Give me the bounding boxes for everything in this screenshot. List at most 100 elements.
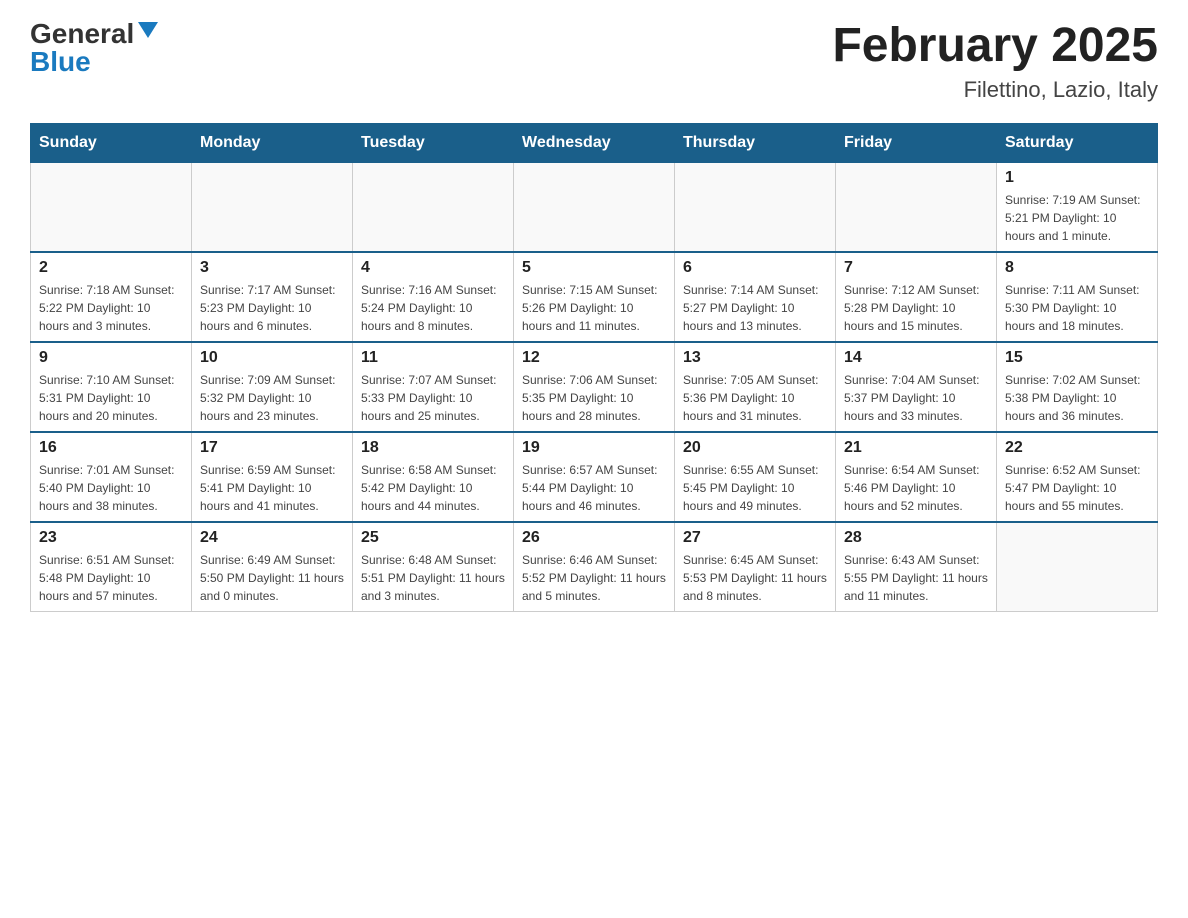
calendar-cell bbox=[192, 162, 353, 252]
calendar-cell: 20 Sunrise: 6:55 AM Sunset: 5:45 PM Dayli… bbox=[675, 432, 836, 522]
day-info: Sunrise: 6:45 AM Sunset: 5:53 PM Dayligh… bbox=[683, 551, 827, 605]
day-info: Sunrise: 7:05 AM Sunset: 5:36 PM Dayligh… bbox=[683, 371, 827, 425]
calendar-cell: 24 Sunrise: 6:49 AM Sunset: 5:50 PM Dayli… bbox=[192, 522, 353, 612]
calendar-cell: 15 Sunrise: 7:02 AM Sunset: 5:38 PM Dayli… bbox=[997, 342, 1158, 432]
day-number: 23 bbox=[39, 529, 183, 547]
title-block: February 2025 Filettino, Lazio, Italy bbox=[832, 20, 1158, 103]
calendar-cell: 12 Sunrise: 7:06 AM Sunset: 5:35 PM Dayli… bbox=[514, 342, 675, 432]
day-number: 19 bbox=[522, 439, 666, 457]
calendar-cell: 28Sunrise: 6:43 AM Sunset: 5:55 PM Dayli… bbox=[836, 522, 997, 612]
day-info: Sunrise: 6:55 AM Sunset: 5:45 PM Dayligh… bbox=[683, 461, 827, 515]
weekday-header-friday: Friday bbox=[836, 123, 997, 162]
calendar-cell: 25 Sunrise: 6:48 AM Sunset: 5:51 PM Dayli… bbox=[353, 522, 514, 612]
logo-blue: Blue bbox=[30, 48, 91, 76]
day-info: Sunrise: 6:52 AM Sunset: 5:47 PM Dayligh… bbox=[1005, 461, 1149, 515]
calendar-cell: 16 Sunrise: 7:01 AM Sunset: 5:40 PM Dayli… bbox=[31, 432, 192, 522]
day-number: 12 bbox=[522, 349, 666, 367]
calendar-cell: 7 Sunrise: 7:12 AM Sunset: 5:28 PM Daylig… bbox=[836, 252, 997, 342]
calendar-week-row: 23 Sunrise: 6:51 AM Sunset: 5:48 PM Dayli… bbox=[31, 522, 1158, 612]
day-info: Sunrise: 7:02 AM Sunset: 5:38 PM Dayligh… bbox=[1005, 371, 1149, 425]
day-number: 28 bbox=[844, 529, 988, 547]
day-info: Sunrise: 7:06 AM Sunset: 5:35 PM Dayligh… bbox=[522, 371, 666, 425]
calendar-week-row: 2Sunrise: 7:18 AM Sunset: 5:22 PM Daylig… bbox=[31, 252, 1158, 342]
day-number: 7 bbox=[844, 259, 988, 277]
day-info: Sunrise: 6:54 AM Sunset: 5:46 PM Dayligh… bbox=[844, 461, 988, 515]
day-number: 17 bbox=[200, 439, 344, 457]
day-number: 3 bbox=[200, 259, 344, 277]
calendar-cell: 26 Sunrise: 6:46 AM Sunset: 5:52 PM Dayli… bbox=[514, 522, 675, 612]
day-number: 16 bbox=[39, 439, 183, 457]
day-info: Sunrise: 7:16 AM Sunset: 5:24 PM Dayligh… bbox=[361, 281, 505, 335]
day-number: 15 bbox=[1005, 349, 1149, 367]
day-info: Sunrise: 7:12 AM Sunset: 5:28 PM Dayligh… bbox=[844, 281, 988, 335]
calendar-cell: 2Sunrise: 7:18 AM Sunset: 5:22 PM Daylig… bbox=[31, 252, 192, 342]
day-info: Sunrise: 7:15 AM Sunset: 5:26 PM Dayligh… bbox=[522, 281, 666, 335]
day-info: Sunrise: 7:10 AM Sunset: 5:31 PM Dayligh… bbox=[39, 371, 183, 425]
weekday-header-thursday: Thursday bbox=[675, 123, 836, 162]
day-info: Sunrise: 7:19 AM Sunset: 5:21 PM Dayligh… bbox=[1005, 191, 1149, 245]
calendar-cell: 13 Sunrise: 7:05 AM Sunset: 5:36 PM Dayli… bbox=[675, 342, 836, 432]
calendar-cell: 23 Sunrise: 6:51 AM Sunset: 5:48 PM Dayli… bbox=[31, 522, 192, 612]
weekday-header-wednesday: Wednesday bbox=[514, 123, 675, 162]
day-number: 4 bbox=[361, 259, 505, 277]
day-info: Sunrise: 7:09 AM Sunset: 5:32 PM Dayligh… bbox=[200, 371, 344, 425]
weekday-header-saturday: Saturday bbox=[997, 123, 1158, 162]
calendar-cell: 6 Sunrise: 7:14 AM Sunset: 5:27 PM Daylig… bbox=[675, 252, 836, 342]
calendar-cell: 19 Sunrise: 6:57 AM Sunset: 5:44 PM Dayli… bbox=[514, 432, 675, 522]
calendar-cell: 8Sunrise: 7:11 AM Sunset: 5:30 PM Daylig… bbox=[997, 252, 1158, 342]
calendar-title: February 2025 bbox=[832, 20, 1158, 73]
calendar-cell: 9 Sunrise: 7:10 AM Sunset: 5:31 PM Daylig… bbox=[31, 342, 192, 432]
weekday-header-row: SundayMondayTuesdayWednesdayThursdayFrid… bbox=[31, 123, 1158, 162]
weekday-header-tuesday: Tuesday bbox=[353, 123, 514, 162]
calendar-cell: 11Sunrise: 7:07 AM Sunset: 5:33 PM Dayli… bbox=[353, 342, 514, 432]
day-number: 11 bbox=[361, 349, 505, 367]
day-number: 27 bbox=[683, 529, 827, 547]
calendar-cell: 21Sunrise: 6:54 AM Sunset: 5:46 PM Dayli… bbox=[836, 432, 997, 522]
weekday-header-sunday: Sunday bbox=[31, 123, 192, 162]
day-info: Sunrise: 6:46 AM Sunset: 5:52 PM Dayligh… bbox=[522, 551, 666, 605]
calendar-cell: 22 Sunrise: 6:52 AM Sunset: 5:47 PM Dayli… bbox=[997, 432, 1158, 522]
logo: General Blue bbox=[30, 20, 158, 76]
day-info: Sunrise: 6:51 AM Sunset: 5:48 PM Dayligh… bbox=[39, 551, 183, 605]
day-number: 18 bbox=[361, 439, 505, 457]
calendar-cell: 1 Sunrise: 7:19 AM Sunset: 5:21 PM Daylig… bbox=[997, 162, 1158, 252]
day-info: Sunrise: 7:17 AM Sunset: 5:23 PM Dayligh… bbox=[200, 281, 344, 335]
calendar-cell bbox=[997, 522, 1158, 612]
day-number: 9 bbox=[39, 349, 183, 367]
calendar-cell bbox=[836, 162, 997, 252]
day-info: Sunrise: 6:59 AM Sunset: 5:41 PM Dayligh… bbox=[200, 461, 344, 515]
calendar-cell bbox=[675, 162, 836, 252]
page-header: General Blue February 2025 Filettino, La… bbox=[30, 20, 1158, 103]
day-number: 1 bbox=[1005, 169, 1149, 187]
day-number: 6 bbox=[683, 259, 827, 277]
calendar-cell: 14Sunrise: 7:04 AM Sunset: 5:37 PM Dayli… bbox=[836, 342, 997, 432]
weekday-header-monday: Monday bbox=[192, 123, 353, 162]
calendar-cell: 3 Sunrise: 7:17 AM Sunset: 5:23 PM Daylig… bbox=[192, 252, 353, 342]
day-info: Sunrise: 6:48 AM Sunset: 5:51 PM Dayligh… bbox=[361, 551, 505, 605]
logo-general: General bbox=[30, 20, 134, 48]
day-info: Sunrise: 7:14 AM Sunset: 5:27 PM Dayligh… bbox=[683, 281, 827, 335]
logo-triangle-icon bbox=[138, 22, 158, 38]
calendar-cell: 27 Sunrise: 6:45 AM Sunset: 5:53 PM Dayli… bbox=[675, 522, 836, 612]
day-number: 14 bbox=[844, 349, 988, 367]
day-info: Sunrise: 6:49 AM Sunset: 5:50 PM Dayligh… bbox=[200, 551, 344, 605]
day-number: 26 bbox=[522, 529, 666, 547]
day-number: 25 bbox=[361, 529, 505, 547]
day-info: Sunrise: 7:01 AM Sunset: 5:40 PM Dayligh… bbox=[39, 461, 183, 515]
day-info: Sunrise: 6:57 AM Sunset: 5:44 PM Dayligh… bbox=[522, 461, 666, 515]
calendar-cell bbox=[514, 162, 675, 252]
calendar-cell: 5 Sunrise: 7:15 AM Sunset: 5:26 PM Daylig… bbox=[514, 252, 675, 342]
day-info: Sunrise: 7:18 AM Sunset: 5:22 PM Dayligh… bbox=[39, 281, 183, 335]
calendar-cell: 4 Sunrise: 7:16 AM Sunset: 5:24 PM Daylig… bbox=[353, 252, 514, 342]
day-number: 10 bbox=[200, 349, 344, 367]
day-number: 13 bbox=[683, 349, 827, 367]
calendar-cell bbox=[353, 162, 514, 252]
day-number: 20 bbox=[683, 439, 827, 457]
calendar-week-row: 1 Sunrise: 7:19 AM Sunset: 5:21 PM Daylig… bbox=[31, 162, 1158, 252]
day-number: 22 bbox=[1005, 439, 1149, 457]
calendar-week-row: 16 Sunrise: 7:01 AM Sunset: 5:40 PM Dayli… bbox=[31, 432, 1158, 522]
day-number: 5 bbox=[522, 259, 666, 277]
day-number: 24 bbox=[200, 529, 344, 547]
calendar-cell: 17 Sunrise: 6:59 AM Sunset: 5:41 PM Dayli… bbox=[192, 432, 353, 522]
day-info: Sunrise: 7:11 AM Sunset: 5:30 PM Dayligh… bbox=[1005, 281, 1149, 335]
